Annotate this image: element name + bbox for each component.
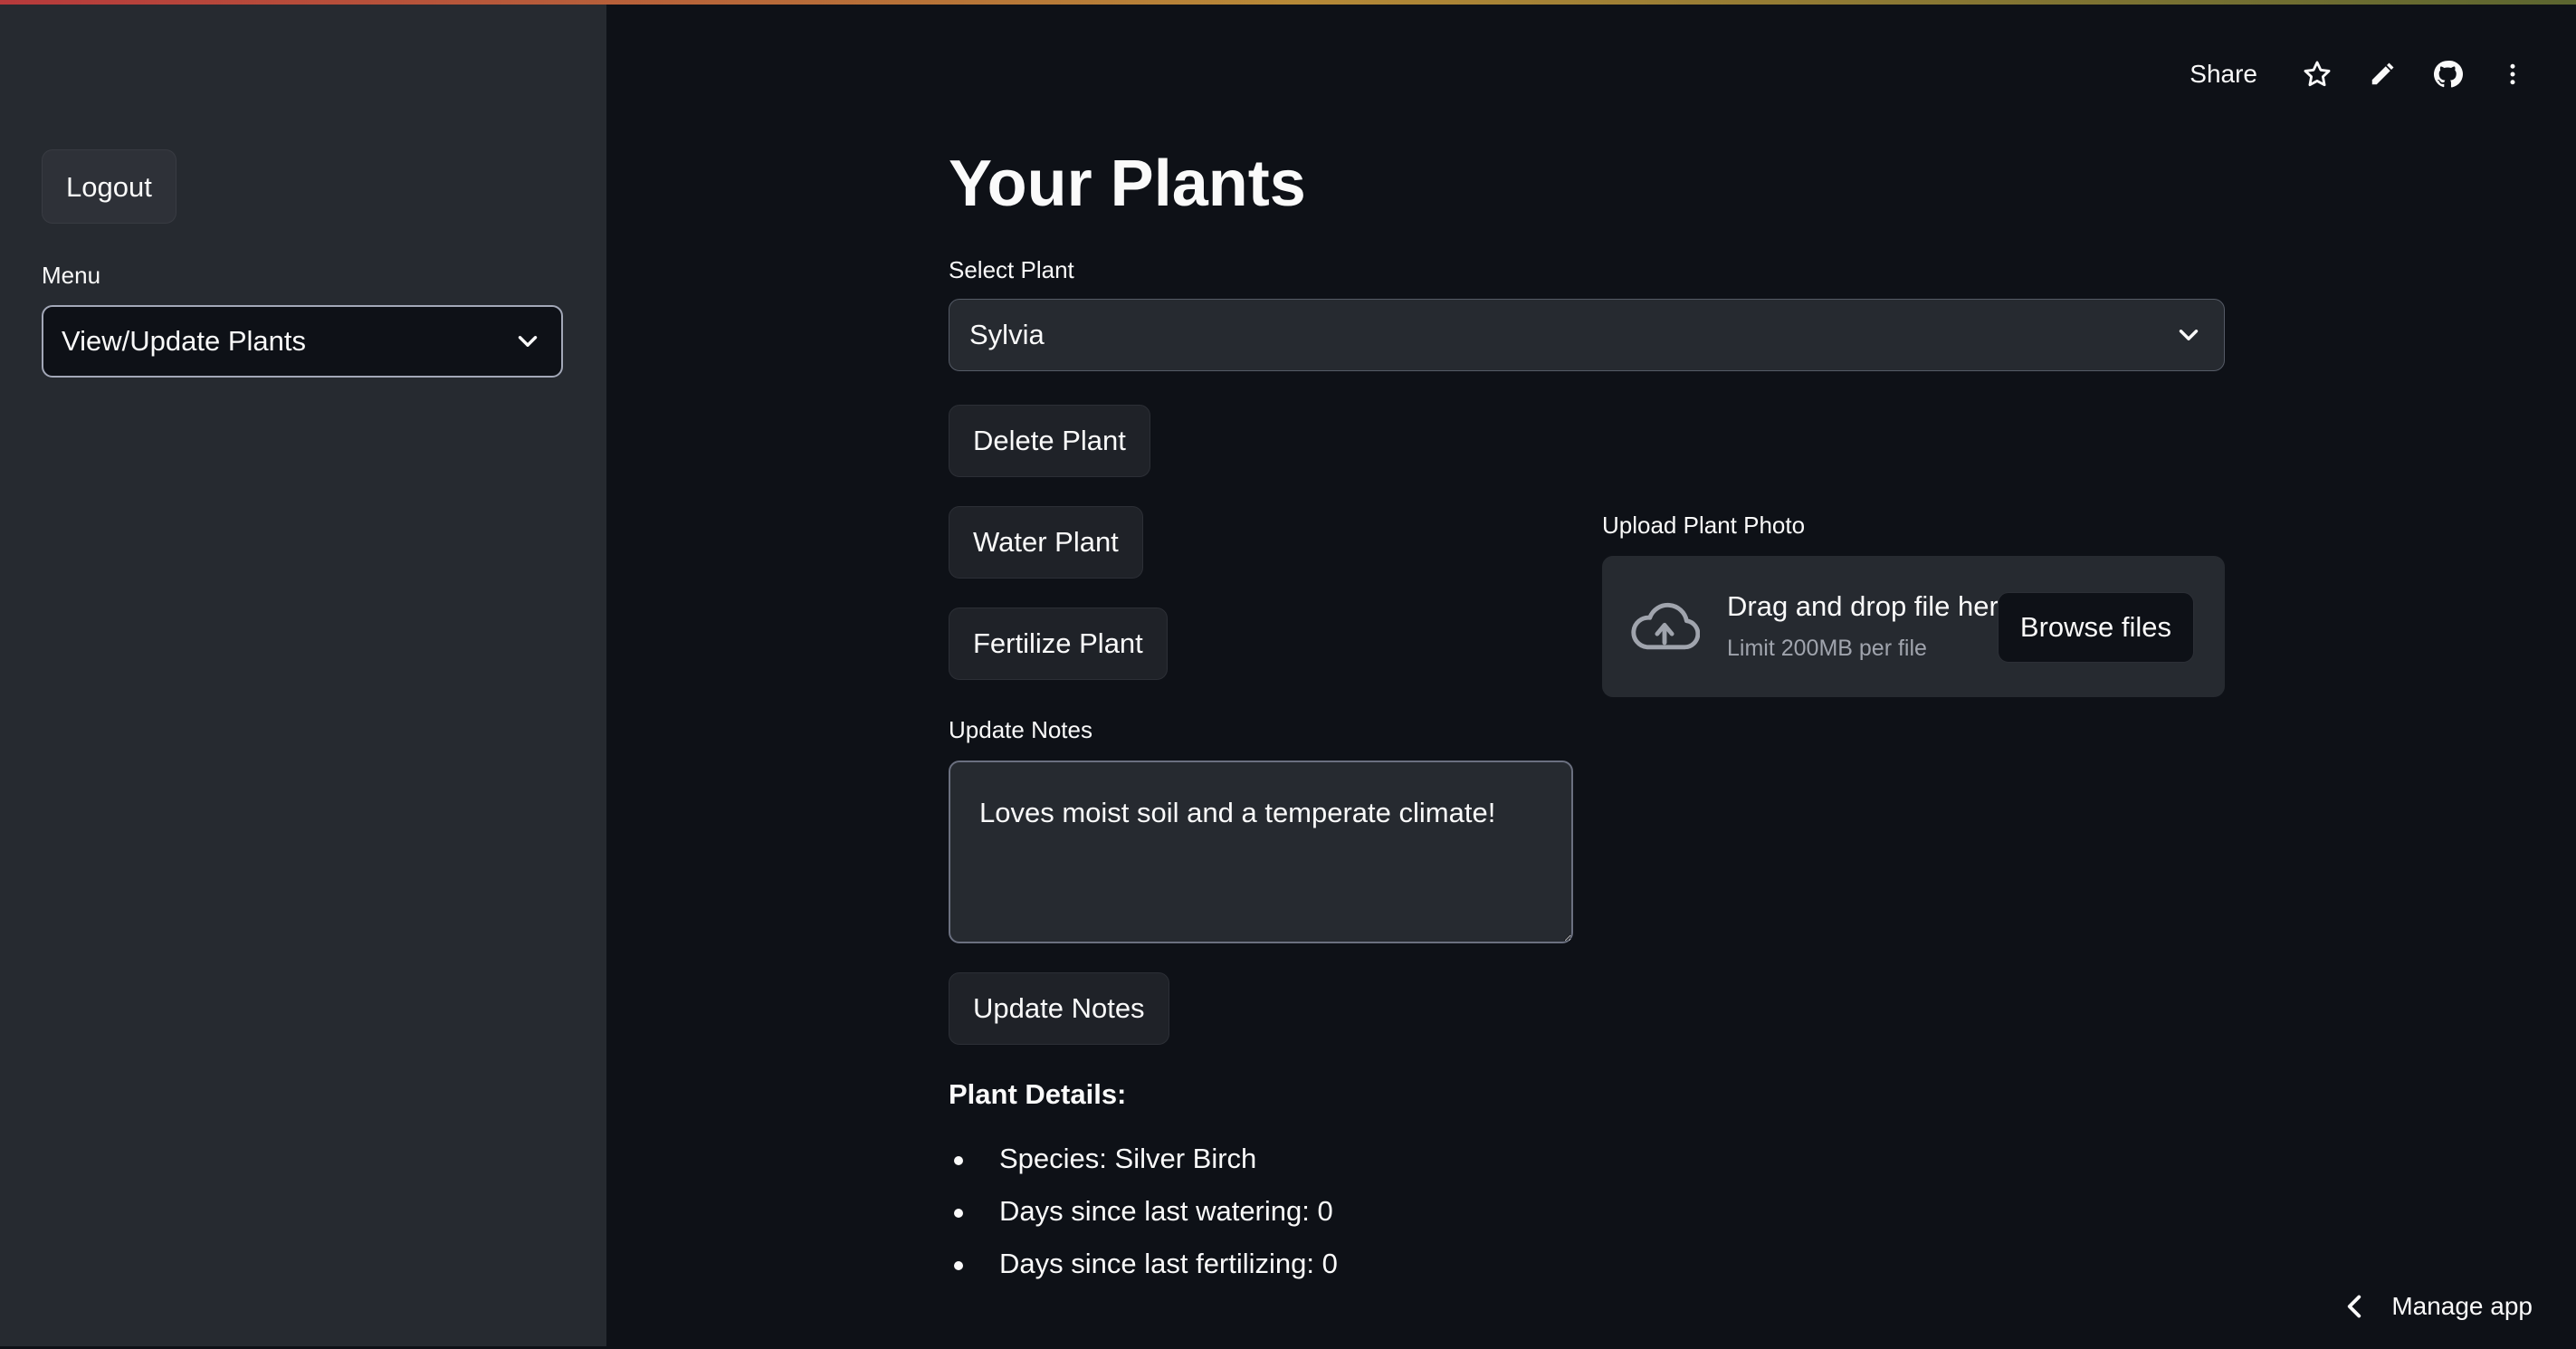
delete-plant-button[interactable]: Delete Plant — [949, 405, 1150, 477]
chevron-left-icon — [2348, 1295, 2361, 1318]
sidebar: Logout Menu View/Update Plants — [0, 5, 606, 1346]
upload-photo-label: Upload Plant Photo — [1602, 512, 1806, 539]
update-notes-button[interactable]: Update Notes — [949, 972, 1169, 1045]
water-plant-button[interactable]: Water Plant — [949, 506, 1143, 579]
upload-limit-text: Limit 200MB per file — [1727, 636, 1927, 661]
share-button[interactable]: Share — [2190, 60, 2257, 89]
page-title: Your Plants — [949, 148, 1306, 220]
plant-details-list: Species: Silver Birch Days since last wa… — [949, 1133, 1338, 1290]
notes-textarea[interactable]: Loves moist soil and a temperate climate… — [949, 761, 1573, 943]
select-plant-dropdown[interactable]: Sylvia — [949, 299, 2225, 371]
select-plant-value: Sylvia — [969, 319, 1045, 350]
manage-app-label: Manage app — [2391, 1292, 2533, 1320]
pencil-icon[interactable] — [2350, 53, 2415, 95]
select-plant-label: Select Plant — [949, 256, 1074, 283]
list-item: Days since last watering: 0 — [949, 1185, 1338, 1238]
fertilize-plant-button[interactable]: Fertilize Plant — [949, 608, 1168, 680]
upload-drag-text: Drag and drop file here — [1727, 590, 2015, 622]
more-vertical-icon[interactable] — [2480, 53, 2545, 95]
menu-select-value: View/Update Plants — [62, 325, 306, 357]
browse-files-button[interactable]: Browse files — [1997, 592, 2194, 663]
update-notes-label: Update Notes — [949, 716, 1092, 743]
app-toolbar: Share — [2190, 53, 2545, 95]
manage-app-button[interactable]: Manage app — [2344, 1292, 2533, 1321]
list-item: Days since last fertilizing: 0 — [949, 1238, 1338, 1290]
plant-details-heading: Plant Details: — [949, 1078, 1127, 1110]
chevron-down-icon — [2179, 330, 2199, 340]
logout-button[interactable]: Logout — [42, 149, 177, 224]
menu-select[interactable]: View/Update Plants — [42, 305, 563, 378]
github-icon[interactable] — [2415, 53, 2480, 95]
cloud-upload-icon — [1631, 602, 1700, 650]
chevron-down-icon — [518, 336, 538, 347]
star-icon[interactable] — [2285, 53, 2350, 95]
list-item: Species: Silver Birch — [949, 1133, 1338, 1185]
main-area: Share Your Plants Select Plant Sylvia De… — [606, 5, 2576, 1346]
menu-label: Menu — [42, 262, 101, 289]
file-uploader-dropzone[interactable]: Drag and drop file here Limit 200MB per … — [1602, 556, 2225, 697]
